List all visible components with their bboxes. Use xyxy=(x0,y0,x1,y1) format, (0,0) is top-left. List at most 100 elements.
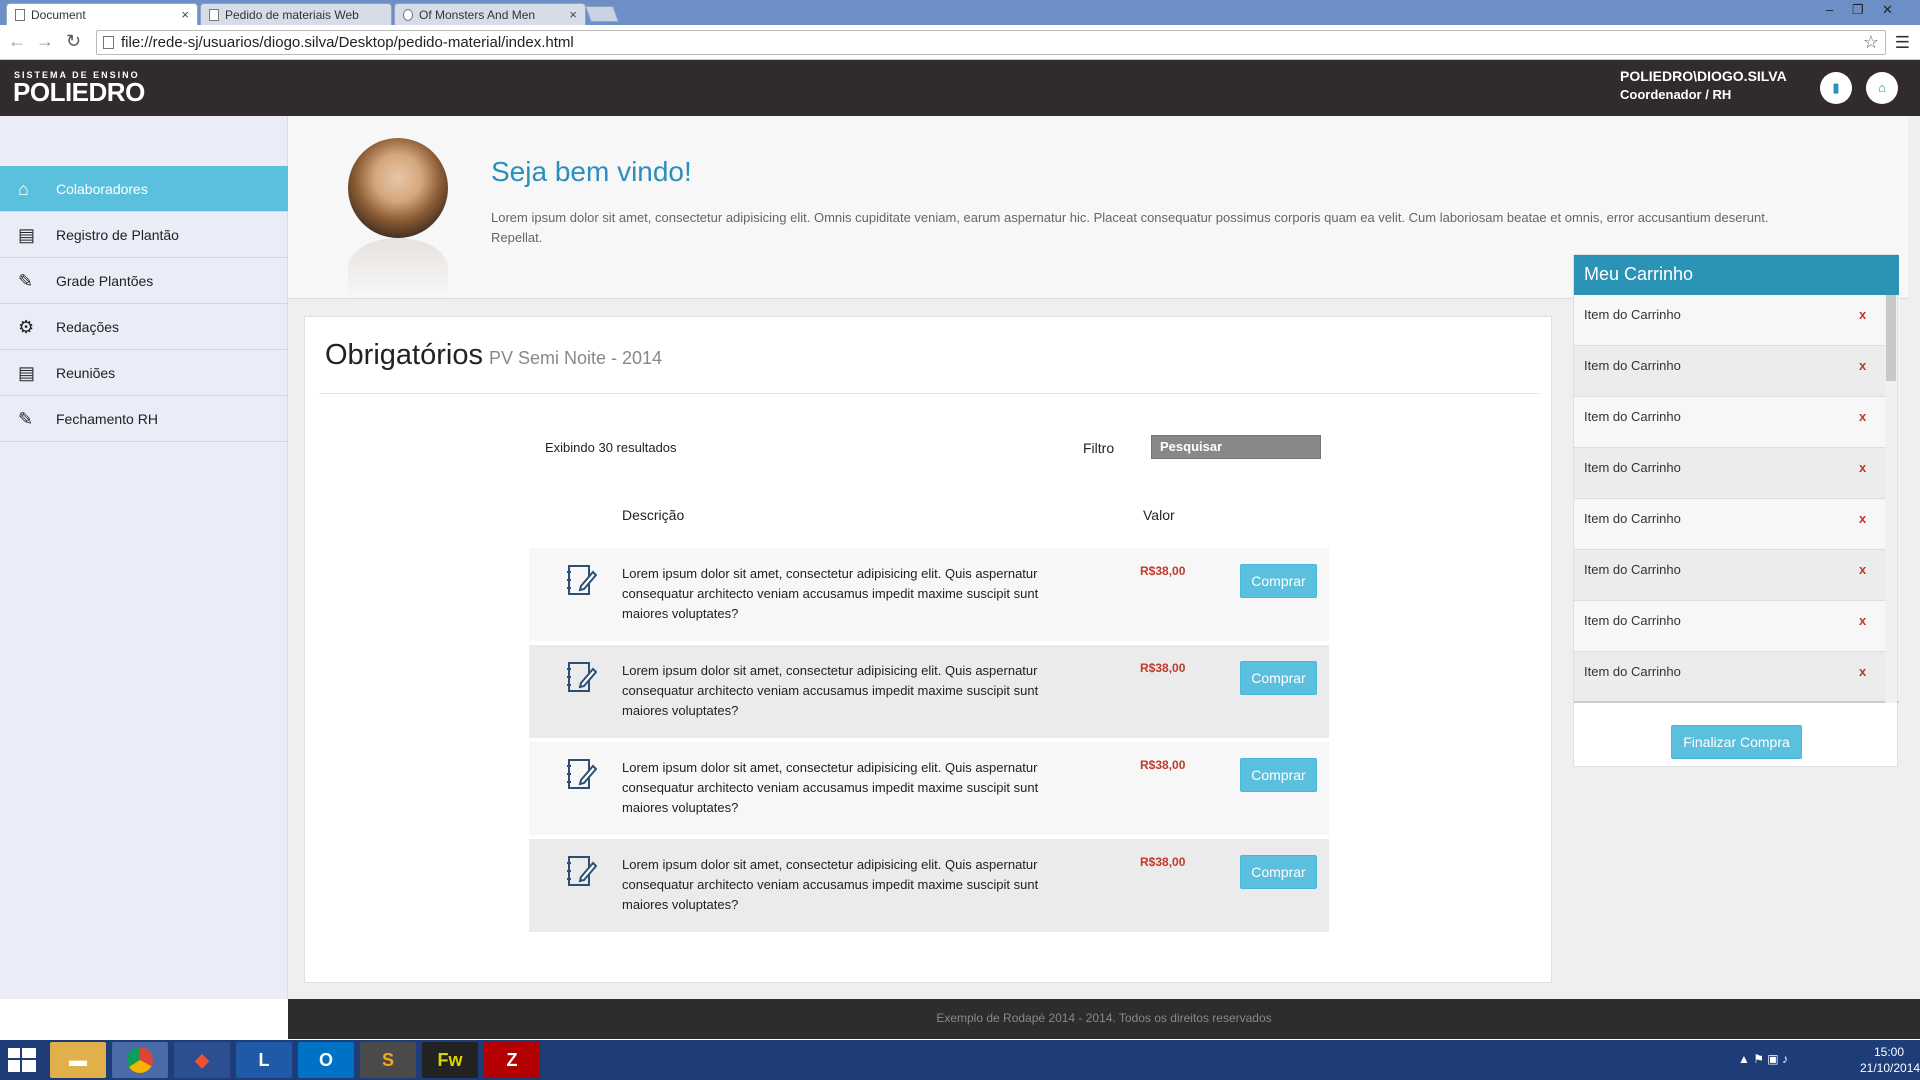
divider xyxy=(319,393,1539,394)
product-price: R$38,00 xyxy=(1140,758,1186,772)
sidebar-item-fechamento-rh[interactable]: ✎ Fechamento RH xyxy=(0,396,288,442)
cart-item-label: Item do Carrinho xyxy=(1584,613,1681,628)
sidebar-item-colaboradores[interactable]: ⌂ Colaboradores xyxy=(0,166,288,212)
browser-toolbar: ← → ↻ file://rede-sj/usuarios/diogo.silv… xyxy=(0,25,1920,60)
home-icon: ⌂ xyxy=(18,179,29,199)
windows-start-icon[interactable] xyxy=(8,1048,36,1072)
result-count: Exibindo 30 resultados xyxy=(545,440,677,455)
products-panel: Obrigatórios PV Semi Noite - 2014 Exibind… xyxy=(304,316,1552,983)
restore-icon[interactable]: ❐ xyxy=(1852,2,1864,18)
cart-item: Item do Carrinho x xyxy=(1574,550,1886,601)
browser-tab-pedido[interactable]: Pedido de materiais Web xyxy=(200,3,392,25)
clock[interactable]: 15:00 21/10/2014 xyxy=(1860,1044,1920,1076)
cart-item-label: Item do Carrinho xyxy=(1584,460,1681,475)
forward-icon[interactable]: → xyxy=(36,31,54,52)
remove-item-button[interactable]: x xyxy=(1859,409,1866,424)
welcome-text: Lorem ipsum dolor sit amet, consectetur … xyxy=(491,210,1769,245)
outlook-icon[interactable]: O xyxy=(298,1042,354,1078)
buy-button[interactable]: Comprar xyxy=(1240,855,1317,889)
book-button[interactable]: ▮ xyxy=(1820,72,1852,104)
book-icon: ▤ xyxy=(18,363,36,383)
remove-item-button[interactable]: x xyxy=(1859,460,1866,475)
remove-item-button[interactable]: x xyxy=(1859,664,1866,679)
new-tab-button[interactable] xyxy=(585,6,619,22)
sidebar-item-grade-plantoes[interactable]: ✎ Grade Plantões xyxy=(0,258,288,304)
reload-icon[interactable]: ↻ xyxy=(66,31,81,52)
product-description: Lorem ipsum dolor sit amet, consectetur … xyxy=(622,663,1039,718)
product-description: Lorem ipsum dolor sit amet, consectetur … xyxy=(622,760,1039,815)
cart-item: Item do Carrinho x xyxy=(1574,397,1886,448)
sidebar-item-registro-plantao[interactable]: ▤ Registro de Plantão xyxy=(0,212,288,258)
product-row: Lorem ipsum dolor sit amet, consectetur … xyxy=(529,839,1329,932)
browser-tab-music[interactable]: Of Monsters And Men × xyxy=(394,3,586,25)
cart-title: Meu Carrinho xyxy=(1574,255,1899,295)
product-price: R$38,00 xyxy=(1140,855,1186,869)
logo: POLIEDRO xyxy=(13,77,145,107)
remove-item-button[interactable]: x xyxy=(1859,562,1866,577)
browser-tab-document[interactable]: Document × xyxy=(6,3,198,25)
content-area: Seja bem vindo! Lorem ipsum dolor sit am… xyxy=(288,116,1920,999)
system-tray[interactable]: ▲ ⚑ ▣ ♪ xyxy=(1738,1052,1788,1066)
remove-item-button[interactable]: x xyxy=(1859,511,1866,526)
sidebar: ⌂ Colaboradores ▤ Registro de Plantão ✎ … xyxy=(0,116,288,999)
product-description: Lorem ipsum dolor sit amet, consectetur … xyxy=(622,566,1039,621)
page-title: Obrigatórios PV Semi Noite - 2014 xyxy=(325,339,662,372)
close-tab-icon[interactable]: × xyxy=(181,7,189,22)
scrollbar-thumb[interactable] xyxy=(1886,295,1896,381)
lync-icon[interactable]: L xyxy=(236,1042,292,1078)
footer: Exemplo de Rodapé 2014 - 2014. Todos os … xyxy=(288,999,1920,1039)
remove-item-button[interactable]: x xyxy=(1859,307,1866,322)
cart-item-label: Item do Carrinho xyxy=(1584,511,1681,526)
filter-input[interactable]: Pesquisar xyxy=(1151,435,1321,459)
welcome-title: Seja bem vindo! xyxy=(491,156,692,187)
buy-button[interactable]: Comprar xyxy=(1240,564,1317,598)
tab-title: Of Monsters And Men xyxy=(419,8,536,22)
cart-scrollbar[interactable] xyxy=(1885,295,1897,703)
close-tab-icon[interactable]: × xyxy=(569,7,577,22)
home-button[interactable]: ⌂ xyxy=(1866,72,1898,104)
cart-item: Item do Carrinho x xyxy=(1574,601,1886,652)
cart-item-label: Item do Carrinho xyxy=(1584,409,1681,424)
fireworks-icon[interactable]: Fw xyxy=(422,1042,478,1078)
close-window-icon[interactable]: ✕ xyxy=(1882,2,1893,18)
cart-panel: Meu Carrinho Item do Carrinho x Item do … xyxy=(1573,254,1899,767)
cart-list: Item do Carrinho x Item do Carrinho x It… xyxy=(1574,295,1899,703)
bookmark-star-icon[interactable]: ☆ xyxy=(1863,32,1879,53)
sidebar-item-label: Reuniões xyxy=(56,365,116,381)
document-edit-icon xyxy=(567,759,597,789)
product-row: Lorem ipsum dolor sit amet, consectetur … xyxy=(529,645,1329,738)
back-icon[interactable]: ← xyxy=(8,31,26,52)
chrome-icon[interactable] xyxy=(112,1042,168,1078)
cart-item: Item do Carrinho x xyxy=(1574,499,1886,550)
remove-item-button[interactable]: x xyxy=(1859,613,1866,628)
taskbar: ▬ ◆ L O S Fw Z ▲ ⚑ ▣ ♪ 15:00 21/10/2014 xyxy=(0,1040,1920,1080)
buy-button[interactable]: Comprar xyxy=(1240,758,1317,792)
pencil-icon: ✎ xyxy=(18,271,34,291)
sidebar-item-label: Grade Plantões xyxy=(56,273,154,289)
home-icon: ⌂ xyxy=(1878,80,1886,95)
address-bar[interactable]: file://rede-sj/usuarios/diogo.silva/Desk… xyxy=(96,30,1886,55)
sidebar-item-label: Redações xyxy=(56,319,120,335)
page-icon xyxy=(103,36,114,49)
cart-item: Item do Carrinho x xyxy=(1574,448,1886,499)
sidebar-item-label: Colaboradores xyxy=(56,181,148,197)
cart-item-label: Item do Carrinho xyxy=(1584,664,1681,679)
cart-item: Item do Carrinho x xyxy=(1574,346,1886,397)
finish-purchase-button[interactable]: Finalizar Compra xyxy=(1671,725,1802,759)
browser-menu-icon[interactable]: ☰ xyxy=(1895,33,1910,53)
filezilla-icon[interactable]: Z xyxy=(484,1042,540,1078)
sidebar-item-label: Fechamento RH xyxy=(56,411,158,427)
sidebar-item-redacoes[interactable]: ⚙ Redações xyxy=(0,304,288,350)
remove-item-button[interactable]: x xyxy=(1859,358,1866,373)
sidebar-item-reunioes[interactable]: ▤ Reuniões xyxy=(0,350,288,396)
git-icon[interactable]: ◆ xyxy=(174,1042,230,1078)
cart-item-label: Item do Carrinho xyxy=(1584,307,1681,322)
filter-label: Filtro xyxy=(1083,440,1115,456)
product-description: Lorem ipsum dolor sit amet, consectetur … xyxy=(622,857,1039,912)
buy-button[interactable]: Comprar xyxy=(1240,661,1317,695)
minimize-icon[interactable]: – xyxy=(1826,2,1833,17)
cart-item-label: Item do Carrinho xyxy=(1584,562,1681,577)
sublime-text-icon[interactable]: S xyxy=(360,1042,416,1078)
cart-item: Item do Carrinho x xyxy=(1574,652,1886,701)
file-explorer-icon[interactable]: ▬ xyxy=(50,1042,106,1078)
